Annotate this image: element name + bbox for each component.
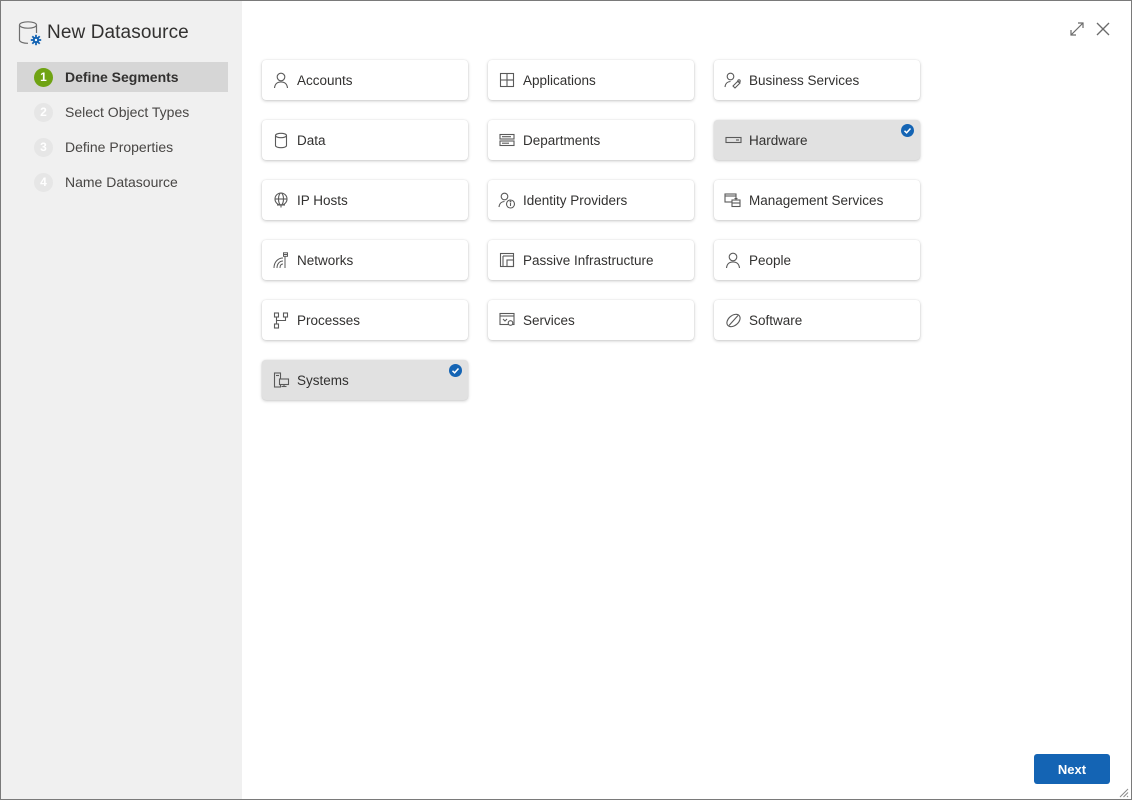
segment-card-ip-hosts[interactable]: IP Hosts	[262, 180, 468, 220]
step-label: Select Object Types	[65, 104, 190, 120]
passive-infrastructure-icon	[498, 251, 516, 269]
segment-card-accounts[interactable]: Accounts	[262, 60, 468, 100]
software-icon	[724, 311, 742, 329]
segment-card-business-services[interactable]: Business Services	[714, 60, 920, 100]
next-button[interactable]: Next	[1034, 754, 1110, 784]
person-icon	[272, 71, 290, 89]
segment-label: Applications	[523, 72, 596, 88]
resize-grip-icon[interactable]	[1117, 785, 1129, 798]
segment-label: Data	[297, 132, 326, 148]
segment-card-software[interactable]: Software	[714, 300, 920, 340]
management-services-icon	[724, 191, 742, 209]
step-name-datasource[interactable]: 4 Name Datasource	[17, 167, 228, 197]
step-number: 3	[34, 137, 53, 157]
main-panel: Accounts Applications Business Services …	[242, 1, 1131, 799]
segment-card-hardware[interactable]: Hardware	[714, 120, 920, 160]
checkmark-icon	[901, 124, 914, 137]
person-icon	[724, 251, 742, 269]
systems-icon	[272, 371, 290, 389]
dialog-title-text: New Datasource	[47, 22, 189, 43]
segment-label: IP Hosts	[297, 192, 348, 208]
segment-card-networks[interactable]: Networks	[262, 240, 468, 280]
segment-label: Software	[749, 312, 803, 328]
segment-label: Systems	[297, 372, 349, 388]
segment-label: Accounts	[297, 72, 353, 88]
segment-card-people[interactable]: People	[714, 240, 920, 280]
segment-label: Processes	[297, 312, 361, 328]
step-number: 1	[34, 67, 53, 87]
hardware-icon	[724, 131, 742, 149]
segment-label: Business Services	[749, 72, 860, 88]
window-actions	[1067, 19, 1113, 39]
segment-label: Networks	[297, 252, 354, 268]
step-define-properties[interactable]: 3 Define Properties	[17, 132, 228, 162]
checkmark-icon	[449, 364, 462, 377]
database-gear-icon	[17, 19, 43, 47]
step-label: Define Segments	[65, 69, 179, 85]
segment-card-management-services[interactable]: Management Services	[714, 180, 920, 220]
segment-grid: Accounts Applications Business Services …	[262, 60, 920, 400]
segment-label: Hardware	[749, 132, 808, 148]
segment-card-identity-providers[interactable]: Identity Providers	[488, 180, 694, 220]
segment-label: Passive Infrastructure	[523, 252, 654, 268]
segment-card-data[interactable]: Data	[262, 120, 468, 160]
segment-label: Services	[523, 312, 575, 328]
expand-icon[interactable]	[1067, 19, 1087, 39]
departments-icon	[498, 131, 516, 149]
networks-icon	[272, 251, 290, 269]
step-number: 4	[34, 172, 53, 192]
segment-label: People	[749, 252, 792, 268]
step-number: 2	[34, 102, 53, 122]
business-services-icon	[724, 71, 742, 89]
step-label: Define Properties	[65, 139, 174, 155]
database-icon	[272, 131, 290, 149]
segment-label: Management Services	[749, 192, 884, 208]
segment-label: Identity Providers	[523, 192, 628, 208]
processes-icon	[272, 311, 290, 329]
dialog-title: New Datasource	[17, 19, 189, 47]
services-icon	[498, 311, 516, 329]
segment-label: Departments	[523, 132, 601, 148]
wizard-sidebar: New Datasource 1 Define Segments 2 Selec…	[1, 1, 242, 799]
new-datasource-dialog: New Datasource 1 Define Segments 2 Selec…	[0, 0, 1132, 800]
segment-card-systems[interactable]: Systems	[262, 360, 468, 400]
segment-card-departments[interactable]: Departments	[488, 120, 694, 160]
wizard-steps: 1 Define Segments 2 Select Object Types …	[17, 62, 228, 202]
step-select-object-types[interactable]: 2 Select Object Types	[17, 97, 228, 127]
globe-monitor-icon	[272, 191, 290, 209]
identity-providers-icon	[498, 191, 516, 209]
step-label: Name Datasource	[65, 174, 178, 190]
segment-card-processes[interactable]: Processes	[262, 300, 468, 340]
close-icon[interactable]	[1093, 19, 1113, 39]
applications-icon	[498, 71, 516, 89]
segment-card-passive-infrastructure[interactable]: Passive Infrastructure	[488, 240, 694, 280]
segment-card-applications[interactable]: Applications	[488, 60, 694, 100]
step-define-segments[interactable]: 1 Define Segments	[17, 62, 228, 92]
segment-card-services[interactable]: Services	[488, 300, 694, 340]
